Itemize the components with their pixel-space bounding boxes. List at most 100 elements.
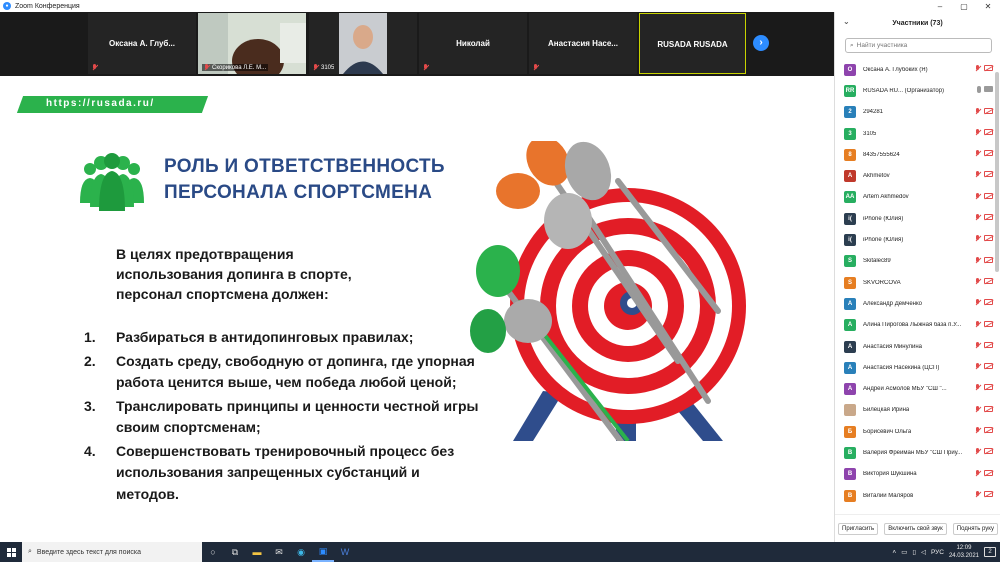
avatar: В bbox=[844, 446, 856, 459]
start-button[interactable] bbox=[0, 542, 22, 562]
chevron-right-icon[interactable]: › bbox=[753, 35, 769, 51]
video-off-icon bbox=[984, 256, 993, 263]
participant-row[interactable]: А Александр Демченко bbox=[835, 293, 995, 314]
participant-search[interactable]: ⌕ bbox=[845, 38, 992, 53]
avatar: О bbox=[844, 63, 856, 76]
unmute-button[interactable]: Включить свой звук bbox=[884, 522, 947, 535]
video-off-icon bbox=[984, 405, 993, 412]
participant-status bbox=[975, 341, 993, 349]
video-off-icon bbox=[984, 490, 993, 497]
participant-row[interactable]: i(iPhone (Юлия) bbox=[835, 229, 995, 250]
video-tile[interactable]: Оксана А. Глуб... bbox=[88, 13, 196, 74]
participant-row[interactable]: А Анастасия Насекина (ЦСП) bbox=[835, 357, 995, 378]
video-off-icon bbox=[984, 65, 993, 71]
participant-row[interactable]: AA Artem Akhmedov bbox=[835, 187, 995, 208]
list-item: 3. Транслировать принципы и ценности чест… bbox=[84, 397, 479, 436]
video-off-icon bbox=[984, 128, 993, 135]
slide-intro: В целях предотвращения использования доп… bbox=[116, 246, 352, 302]
participant-row[interactable]: 3 3105 bbox=[835, 123, 995, 144]
participants-header: ⌄ Участники (73) bbox=[843, 17, 943, 27]
participant-name: Александр Демченко bbox=[863, 300, 923, 307]
video-off-icon bbox=[984, 384, 993, 391]
tile-name: Николай bbox=[456, 39, 490, 48]
participant-name: Виталий Маляров bbox=[863, 492, 914, 499]
avatar: i( bbox=[844, 234, 856, 247]
zoom-app-icon[interactable]: ▣ bbox=[312, 542, 334, 562]
language-indicator[interactable]: РУС bbox=[931, 549, 944, 556]
participant-row[interactable]: О Оксана А. Глубоких (Я) bbox=[835, 59, 995, 80]
people-group-icon bbox=[80, 153, 144, 211]
task-switcher-icon[interactable]: ⧉ bbox=[224, 542, 246, 562]
search-icon: ⌕ bbox=[850, 41, 854, 49]
video-tile[interactable]: Скорикова Л.Е. М... bbox=[198, 13, 306, 74]
avatar: i( bbox=[844, 212, 856, 225]
avatar: В bbox=[844, 468, 856, 481]
minimize-icon[interactable]: – bbox=[928, 0, 952, 12]
participant-status bbox=[975, 128, 993, 136]
mail-icon[interactable]: ✉ bbox=[268, 542, 290, 562]
mic-on-icon bbox=[977, 86, 981, 94]
participant-row[interactable]: В Валерия Фрейман МБУ "СШ Приу... bbox=[835, 442, 995, 463]
participant-row[interactable]: А Анастасия Минулина bbox=[835, 336, 995, 357]
video-tile[interactable]: Николай bbox=[419, 13, 527, 74]
participant-row[interactable]: S SKVORCOVA bbox=[835, 272, 995, 293]
participant-name: 3105 bbox=[863, 130, 877, 137]
video-off-icon bbox=[984, 107, 993, 114]
mic-muted-icon bbox=[975, 235, 981, 242]
mic-muted-icon bbox=[975, 107, 981, 115]
mic-muted-icon bbox=[975, 405, 981, 413]
mic-muted-icon bbox=[975, 128, 981, 136]
video-off-icon bbox=[984, 320, 993, 327]
mic-muted-icon bbox=[975, 341, 981, 349]
participant-row[interactable]: S Skitalec89 bbox=[835, 251, 995, 272]
raise-hand-button[interactable]: Поднять руку bbox=[952, 522, 998, 535]
search-input[interactable] bbox=[856, 42, 977, 49]
video-off-icon bbox=[984, 171, 993, 178]
participant-row[interactable]: 2 294281 bbox=[835, 102, 995, 123]
participant-row[interactable]: i(iPhone (Юлия) bbox=[835, 208, 995, 229]
close-icon[interactable]: ✕ bbox=[976, 0, 1000, 12]
participant-status bbox=[975, 235, 993, 242]
search-icon: ⌕ bbox=[28, 548, 32, 555]
participant-row[interactable]: 8 84357555624 bbox=[835, 144, 995, 165]
avatar: S bbox=[844, 276, 856, 289]
network-icon[interactable]: ▭ bbox=[901, 548, 907, 556]
slide-title: РОЛЬ И ОТВЕТСТВЕННОСТЬ ПЕРСОНАЛА СПОРТСМ… bbox=[164, 156, 445, 203]
word-app-icon[interactable]: W bbox=[334, 542, 356, 562]
scrollbar[interactable] bbox=[995, 72, 999, 272]
video-tile[interactable]: Анастасия Насе... bbox=[529, 13, 637, 74]
notification-icon[interactable]: 2 bbox=[984, 547, 996, 557]
participant-row[interactable]: Б Борисевич Ольга bbox=[835, 421, 995, 442]
taskbar-search[interactable]: ⌕ Введите здесь текст для поиска bbox=[22, 542, 202, 562]
participant-row[interactable]: В Виталий Маляров bbox=[835, 485, 995, 506]
mic-muted-icon bbox=[204, 64, 210, 71]
participant-row[interactable]: RR RUSADA RU... (Организатор) bbox=[835, 80, 995, 101]
participant-row[interactable]: А Алина Пирогова Лыжная база п.У... bbox=[835, 315, 995, 336]
invite-button[interactable]: Пригласить bbox=[838, 522, 879, 535]
file-explorer-icon[interactable]: ▬ bbox=[246, 542, 268, 562]
avatar: А bbox=[844, 361, 856, 374]
video-off-icon bbox=[984, 214, 993, 221]
volume-icon[interactable]: ◁ bbox=[921, 548, 926, 556]
participant-row[interactable]: В Виктория Шукшина bbox=[835, 464, 995, 485]
participant-name: Валерия Фрейман МБУ "СШ Приу... bbox=[863, 449, 963, 456]
video-off-icon bbox=[984, 235, 993, 242]
video-off-icon bbox=[984, 299, 993, 306]
mic-muted-icon bbox=[92, 64, 98, 71]
video-tile[interactable]: 3105 bbox=[309, 13, 417, 74]
task-view-icon[interactable]: ○ bbox=[202, 542, 224, 562]
chevron-up-icon[interactable]: ˄ bbox=[892, 549, 896, 556]
participant-row[interactable]: A Akhmetov bbox=[835, 165, 995, 186]
video-tile-active-speaker[interactable]: RUSADA RUSADA bbox=[639, 13, 746, 74]
mic-muted-icon bbox=[975, 192, 981, 200]
battery-icon[interactable]: ▯ bbox=[912, 548, 916, 556]
maximize-icon[interactable]: ▢ bbox=[952, 0, 976, 12]
edge-browser-icon[interactable]: ◉ bbox=[290, 542, 312, 562]
clock[interactable]: 12:09 24.03.2021 bbox=[949, 544, 979, 560]
participant-status bbox=[975, 469, 993, 477]
participant-row[interactable]: Билецкая Ирина bbox=[835, 400, 995, 421]
chevron-down-icon[interactable]: ⌄ bbox=[843, 17, 850, 26]
participant-name: Билецкая Ирина bbox=[863, 407, 910, 414]
participant-name: Борисевич Ольга bbox=[863, 428, 912, 435]
participant-row[interactable]: А Андрей Асмолов МБУ "СШ "... bbox=[835, 378, 995, 399]
